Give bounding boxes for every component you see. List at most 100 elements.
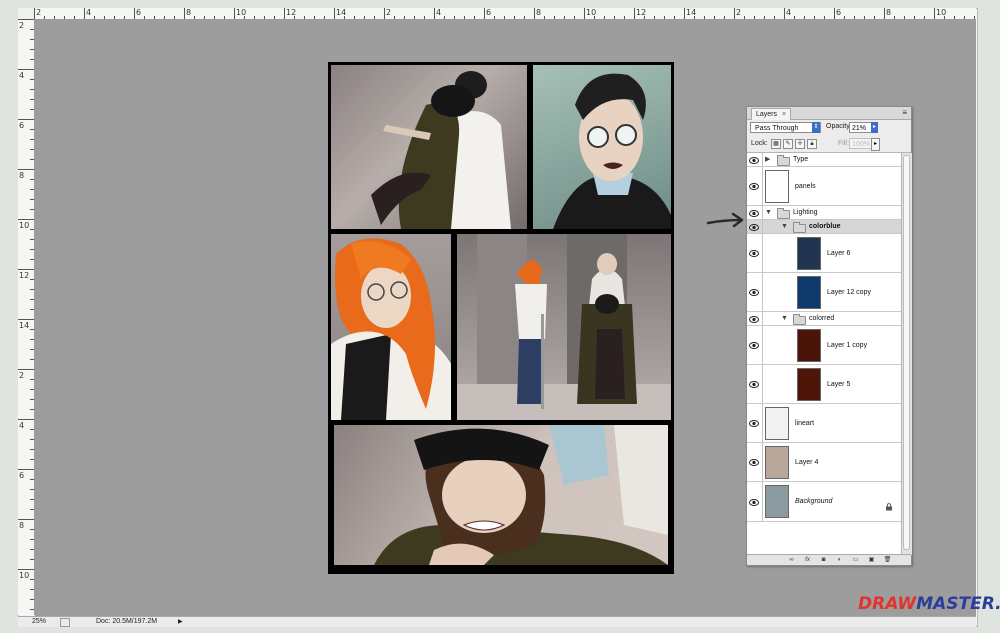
- ruler-tick: [30, 29, 34, 30]
- expand-down-icon[interactable]: ▼: [765, 209, 772, 217]
- layer-thumbnail[interactable]: [765, 485, 789, 518]
- trash-icon[interactable]: 🗑︎: [883, 556, 892, 564]
- layer-row[interactable]: Layer 1 copy: [747, 326, 901, 365]
- layers-titlebar[interactable]: Layers × ≡: [747, 107, 911, 120]
- visibility-eye-icon[interactable]: [749, 459, 761, 469]
- status-icon[interactable]: [60, 618, 70, 627]
- visibility-eye-icon[interactable]: [749, 315, 761, 326]
- visibility-eye-icon[interactable]: [749, 156, 761, 167]
- ruler-tick: [30, 559, 34, 560]
- visibility-eye-icon[interactable]: [749, 250, 761, 260]
- scrollbar-thumb[interactable]: [903, 155, 910, 550]
- ruler-tick: [724, 16, 725, 19]
- layer-row[interactable]: Layer 5: [747, 365, 901, 404]
- visibility-eye-icon[interactable]: [749, 223, 761, 234]
- visibility-eye-icon[interactable]: [749, 381, 761, 391]
- ruler-tick: [544, 16, 545, 19]
- layer-divider: [762, 482, 763, 521]
- ruler-tick: [30, 259, 34, 260]
- vertical-ruler[interactable]: 2 4 6 8 10 12 14 2 4 6 8 10: [18, 19, 35, 615]
- panel-3-figure: [331, 238, 451, 420]
- layer-thumbnail[interactable]: [797, 237, 821, 270]
- ruler-tick: [94, 16, 95, 19]
- layer-row[interactable]: Layer 12 copy: [747, 273, 901, 312]
- lock-position-icon[interactable]: ✛: [795, 139, 805, 149]
- layer-row[interactable]: Background: [747, 482, 901, 522]
- ruler-tick: [30, 579, 34, 580]
- layer-list-scrollbar[interactable]: [901, 153, 912, 555]
- ruler-tick: [30, 509, 34, 510]
- lock-transparent-pixels-icon[interactable]: ▦: [771, 139, 781, 149]
- ruler-tick: [574, 16, 575, 19]
- close-icon[interactable]: ×: [782, 111, 786, 118]
- layer-row[interactable]: lineart: [747, 404, 901, 443]
- adjustment-layer-icon[interactable]: ◐: [835, 556, 844, 564]
- ruler-tick: [194, 16, 195, 19]
- layer-group-row[interactable]: ▼ colorblue: [747, 220, 901, 234]
- layer-group-row[interactable]: ▶ Type: [747, 153, 901, 167]
- pointer-arrow-icon: [706, 212, 744, 228]
- layer-divider: [762, 153, 763, 166]
- doc-size-info[interactable]: Doc: 20.5M/197.2M: [96, 618, 157, 625]
- layer-group-row[interactable]: ▼ Lighting: [747, 206, 901, 220]
- zoom-level[interactable]: 25%: [32, 618, 46, 625]
- horizontal-ruler[interactable]: 2468101214246810121424681012: [34, 8, 976, 20]
- ruler-tick: [30, 449, 34, 450]
- fill-slider-arrow-icon[interactable]: ▸: [871, 138, 880, 151]
- layer-thumbnail[interactable]: [797, 329, 821, 362]
- visibility-eye-icon[interactable]: [749, 183, 761, 193]
- layer-list[interactable]: ▶ Type panels ▼ Lighting ▼ colorblue Layer 6 Lay…: [747, 153, 901, 555]
- tab-layers[interactable]: Layers ×: [751, 108, 792, 120]
- ruler-tick: [30, 399, 34, 400]
- layer-row[interactable]: Layer 4: [747, 443, 901, 482]
- ruler-tick: [834, 8, 835, 19]
- blend-mode-select[interactable]: Pass Through ⇕: [750, 122, 821, 133]
- new-layer-icon[interactable]: ▣: [867, 556, 876, 564]
- layer-thumbnail[interactable]: [765, 446, 789, 479]
- layer-divider: [762, 273, 763, 311]
- layer-group-row[interactable]: ▼ colorred: [747, 312, 901, 326]
- ruler-tick: [334, 8, 335, 19]
- panel-2-figure: [553, 73, 671, 229]
- link-layers-icon[interactable]: ∞: [787, 556, 796, 564]
- layer-thumbnail[interactable]: [797, 368, 821, 401]
- layer-row[interactable]: Layer 6: [747, 234, 901, 273]
- ruler-tick: [30, 189, 34, 190]
- chevron-updown-icon[interactable]: ⇕: [812, 122, 820, 133]
- status-menu-arrow-icon[interactable]: ▶: [178, 618, 183, 625]
- ruler-tick: [30, 439, 34, 440]
- status-bar: 25% Doc: 20.5M/197.2M ▶: [18, 616, 976, 627]
- opacity-slider-arrow-icon[interactable]: ▸: [871, 122, 878, 133]
- ruler-label: 6: [136, 8, 142, 17]
- visibility-eye-icon[interactable]: [749, 498, 761, 509]
- new-group-icon[interactable]: ▭: [851, 556, 860, 564]
- layer-thumbnail[interactable]: [797, 276, 821, 309]
- fx-icon[interactable]: fx: [803, 556, 812, 564]
- visibility-eye-icon[interactable]: [749, 209, 761, 220]
- expand-down-icon[interactable]: ▼: [781, 315, 788, 323]
- layer-row[interactable]: panels: [747, 167, 901, 206]
- comic-page-artwork[interactable]: [328, 62, 674, 574]
- layer-thumbnail[interactable]: [765, 170, 789, 203]
- lock-image-pixels-icon[interactable]: ✎: [783, 139, 793, 149]
- watermark-part1: DRAW: [858, 594, 917, 614]
- ruler-tick: [564, 16, 565, 19]
- ruler-label: 14: [19, 321, 30, 330]
- expand-down-icon[interactable]: ▼: [781, 223, 788, 231]
- ruler-tick: [974, 16, 975, 19]
- layer-thumbnail[interactable]: [765, 407, 789, 440]
- ruler-tick: [30, 529, 34, 530]
- ruler-tick: [30, 339, 34, 340]
- mask-icon[interactable]: ◙: [819, 556, 828, 564]
- visibility-eye-icon[interactable]: [749, 342, 761, 352]
- ruler-tick: [30, 489, 34, 490]
- lock-all-icon[interactable]: 🔒︎: [807, 139, 817, 149]
- panel-menu-icon[interactable]: ≡: [902, 108, 907, 118]
- ruler-tick: [754, 16, 755, 19]
- ruler-tick: [424, 16, 425, 19]
- opacity-field[interactable]: 21%: [849, 122, 872, 133]
- fill-field[interactable]: 100%: [849, 138, 872, 149]
- visibility-eye-icon[interactable]: [749, 289, 761, 299]
- expand-right-icon[interactable]: ▶: [765, 156, 770, 164]
- visibility-eye-icon[interactable]: [749, 420, 761, 430]
